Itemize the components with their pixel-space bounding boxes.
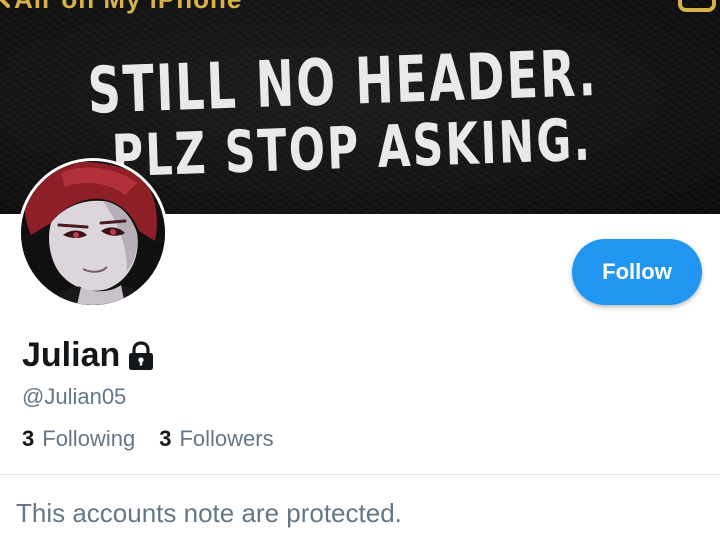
followers-label: Followers — [179, 426, 274, 451]
followers-stat[interactable]: 3 Followers — [159, 426, 273, 452]
following-count: 3 — [22, 426, 35, 451]
protected-notice: This accounts note are protected. — [16, 498, 402, 528]
avatar[interactable] — [18, 158, 168, 308]
user-handle: @Julian05 — [22, 384, 127, 409]
profile-stats: 3 Following 3 Followers — [22, 426, 274, 452]
following-label: Following — [42, 426, 136, 451]
followers-count: 3 — [159, 426, 172, 451]
divider — [0, 474, 720, 475]
lock-icon — [129, 340, 154, 370]
avatar-illustration — [21, 161, 165, 305]
follow-button[interactable]: Follow — [572, 239, 702, 305]
following-stat[interactable]: 3 Following — [22, 426, 135, 452]
display-name: Julian — [22, 336, 156, 375]
display-name-text: Julian — [22, 336, 121, 374]
